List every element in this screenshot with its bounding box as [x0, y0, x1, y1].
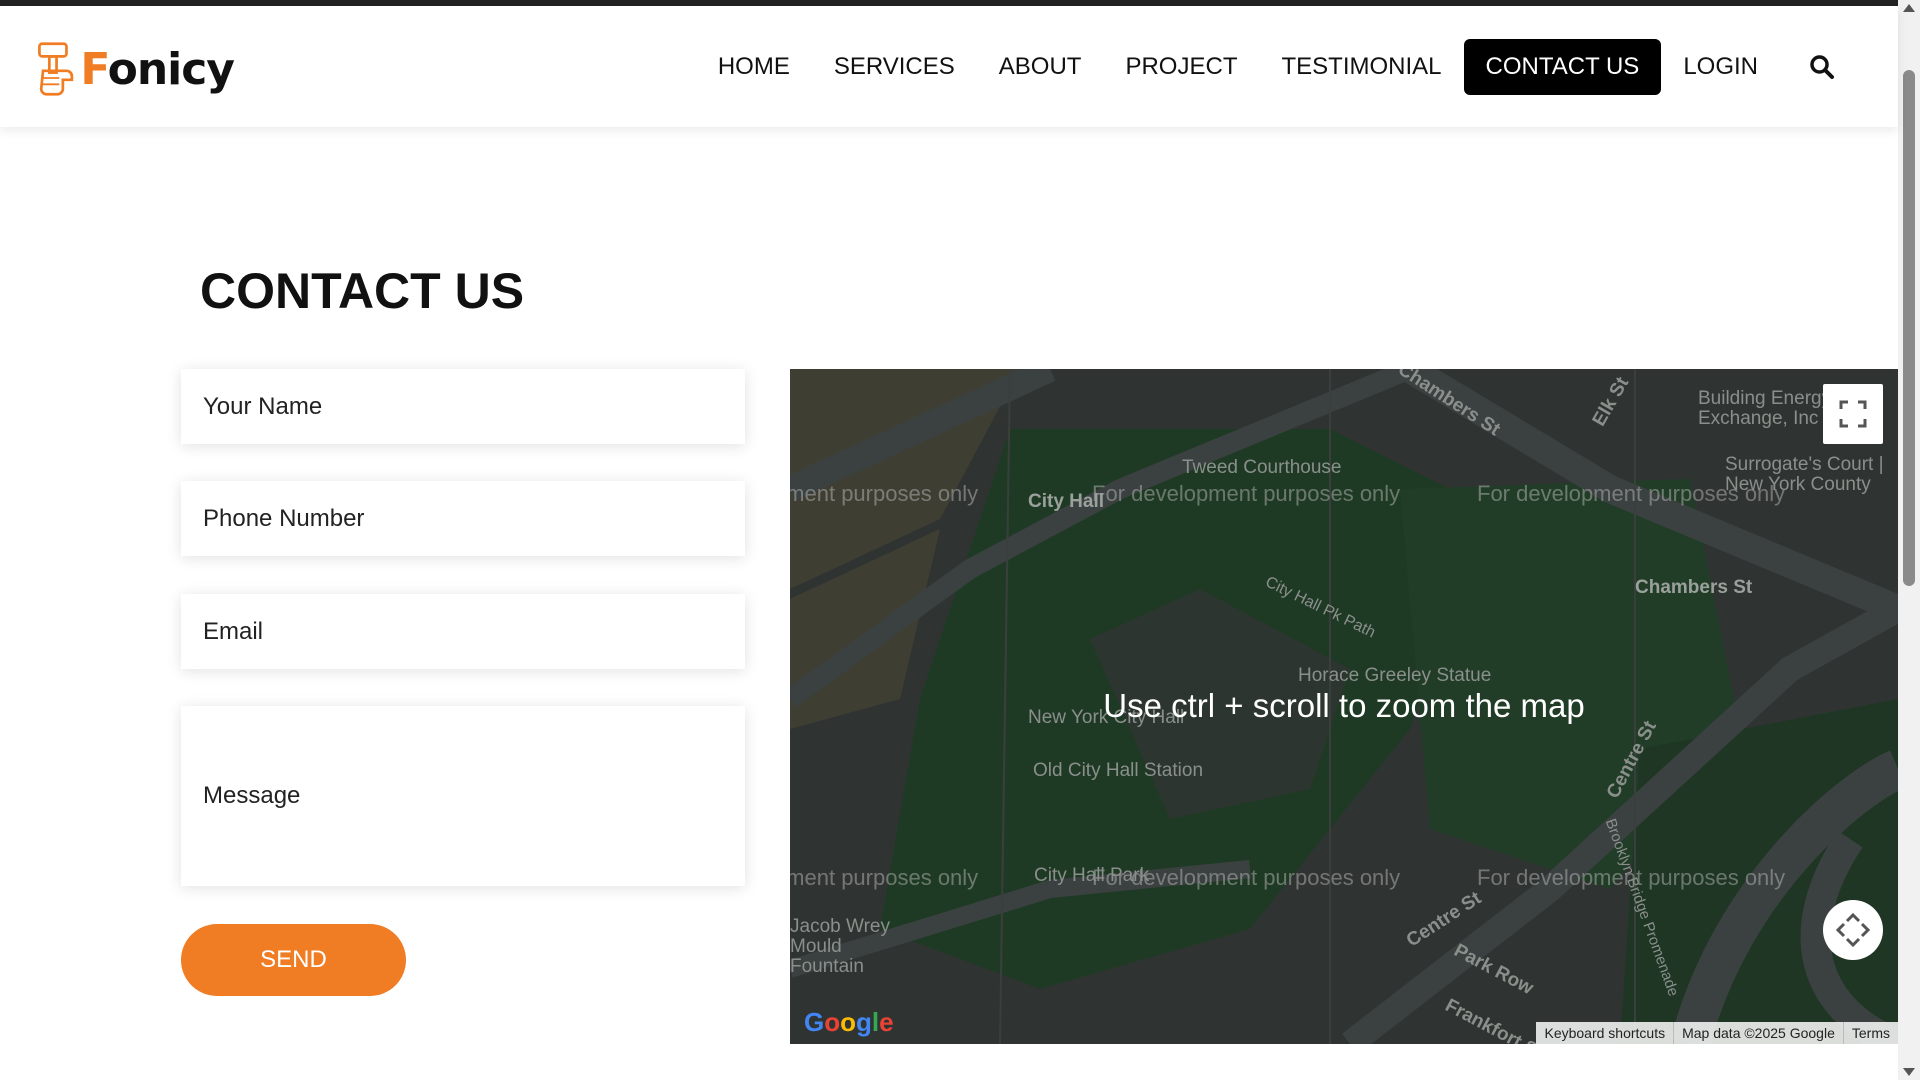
send-button[interactable]: SEND: [181, 924, 406, 996]
map-place-label: Horace Greeley Statue: [1298, 665, 1492, 686]
scroll-down-arrow-icon[interactable]: [1903, 1068, 1915, 1076]
nav-about[interactable]: ABOUT: [977, 41, 1104, 93]
fullscreen-button[interactable]: [1823, 384, 1883, 444]
nav-project[interactable]: PROJECT: [1103, 41, 1259, 93]
phone-input[interactable]: Phone Number: [181, 481, 745, 556]
search-icon: [1810, 54, 1834, 79]
name-placeholder: Your Name: [203, 392, 323, 420]
map-place-label: Surrogate's Court | New York County: [1725, 455, 1884, 495]
nav-services[interactable]: SERVICES: [812, 41, 977, 93]
phone-placeholder: Phone Number: [203, 504, 365, 532]
dev-watermark: For development purposes only: [790, 481, 979, 506]
contact-title: CONTACT US: [200, 263, 525, 319]
map-data-attribution: Map data ©2025 Google: [1673, 1022, 1843, 1044]
google-logo: Google: [804, 1007, 894, 1037]
google-map[interactable]: For development purposes only For develo…: [790, 369, 1898, 1044]
brand-wordmark: Fonicy: [80, 43, 235, 95]
nav-contact-us[interactable]: CONTACT US: [1463, 38, 1662, 95]
fullscreen-icon: [1839, 400, 1867, 428]
search-button[interactable]: [1792, 37, 1852, 97]
nav-testimonial[interactable]: TESTIMONIAL: [1259, 41, 1463, 93]
dev-watermark: For development purposes only: [790, 865, 979, 890]
map-place-label: Tweed Courthouse: [1182, 457, 1342, 478]
name-input[interactable]: Your Name: [181, 369, 745, 444]
map-camera-control[interactable]: [1823, 900, 1883, 960]
nav-login[interactable]: LOGIN: [1661, 41, 1780, 93]
map-place-label: Old City Hall Station: [1033, 760, 1204, 781]
terms-link[interactable]: Terms: [1842, 1022, 1898, 1044]
send-label: SEND: [260, 946, 327, 973]
map-place-label: Chambers St: [1635, 577, 1753, 598]
scroll-up-arrow-icon[interactable]: [1903, 4, 1915, 12]
page-scrollbar[interactable]: [1898, 0, 1920, 1080]
scrollbar-thumb[interactable]: [1903, 70, 1915, 586]
dev-watermark: For development purposes only: [1092, 481, 1401, 506]
map-place-label: Jacob Wrey Mould Fountain: [790, 916, 890, 977]
message-textarea[interactable]: Message: [181, 706, 745, 886]
pan-arrows-icon: [1836, 913, 1870, 947]
email-input[interactable]: Email: [181, 594, 745, 669]
site-header: Fonicy HOME SERVICES ABOUT PROJECT TESTI…: [0, 6, 1898, 127]
brand-logo[interactable]: Fonicy: [34, 34, 235, 104]
zoom-hint: Use ctrl + scroll to zoom the map: [1103, 687, 1585, 724]
map-place-label: City Hall Park: [1034, 865, 1150, 886]
hammer-hand-icon: [38, 42, 74, 96]
nav-home[interactable]: HOME: [696, 41, 812, 93]
message-placeholder: Message: [203, 782, 301, 809]
keyboard-shortcuts-link[interactable]: Keyboard shortcuts: [1536, 1022, 1673, 1044]
map-attribution-bar: Keyboard shortcuts Map data ©2025 Google…: [1536, 1022, 1898, 1044]
email-placeholder: Email: [203, 617, 264, 645]
map-place-label: City Hall: [1028, 491, 1105, 512]
main-nav: HOME SERVICES ABOUT PROJECT TESTIMONIAL …: [696, 6, 1898, 127]
